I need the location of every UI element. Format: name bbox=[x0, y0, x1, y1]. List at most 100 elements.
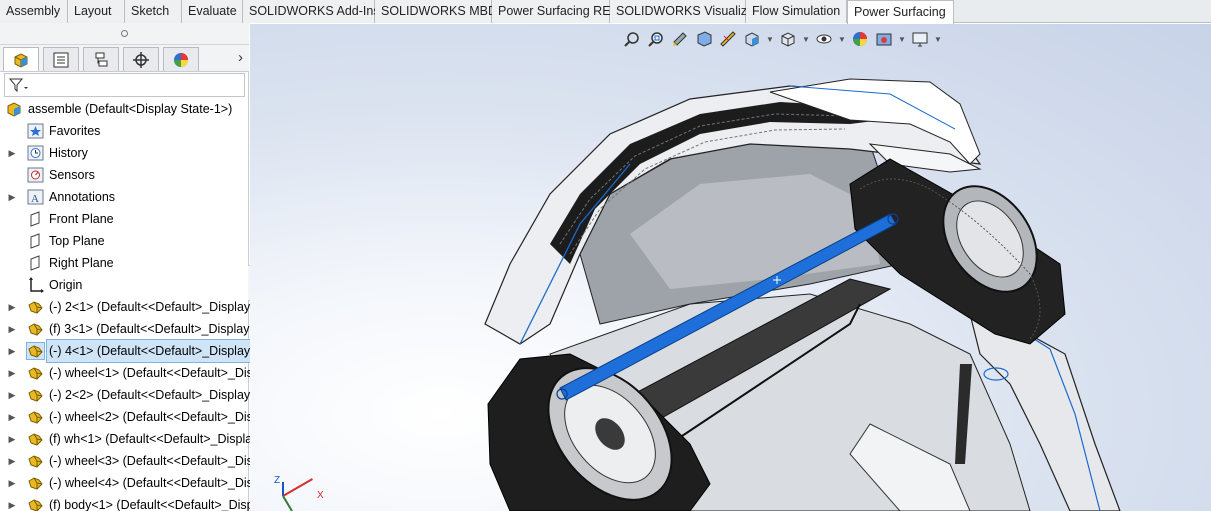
tab-solidworks-add-ins[interactable]: SOLIDWORKS Add-Ins bbox=[243, 0, 380, 23]
tree-node[interactable]: ▶ A Annotations bbox=[0, 186, 249, 208]
expand-arrow-icon[interactable]: ▶ bbox=[7, 142, 17, 164]
reference-triad bbox=[282, 478, 313, 511]
chevron-down-icon[interactable]: ▼ bbox=[838, 35, 846, 44]
graphics-area[interactable]: Z X ▼ ▼ ▼ ▼ ▼ bbox=[250, 24, 1211, 511]
history-icon bbox=[27, 145, 44, 161]
svg-text:A: A bbox=[31, 193, 39, 205]
part-icon bbox=[27, 387, 44, 403]
edit-appearance-icon[interactable] bbox=[850, 29, 870, 49]
panel-grip-icon[interactable] bbox=[121, 30, 128, 37]
plane-icon bbox=[27, 255, 44, 271]
tree-node[interactable]: ▶ (f) 3<1> (Default<<Default>_Display bbox=[0, 318, 250, 340]
chevron-down-icon[interactable]: ▼ bbox=[802, 35, 810, 44]
triad-x-label: X bbox=[317, 490, 324, 501]
expand-arrow-icon[interactable]: ▶ bbox=[7, 296, 17, 318]
chevron-down-icon[interactable]: ▼ bbox=[934, 35, 942, 44]
chevron-right-icon[interactable]: › bbox=[238, 49, 243, 66]
chevron-down-icon[interactable]: ▼ bbox=[766, 35, 774, 44]
part-icon bbox=[27, 431, 44, 447]
chevron-down-icon[interactable]: ▼ bbox=[898, 35, 906, 44]
filter-icon[interactable] bbox=[8, 77, 30, 96]
apply-scene-icon[interactable] bbox=[874, 29, 894, 49]
zoom-to-fit-icon[interactable] bbox=[622, 29, 642, 49]
tree-node[interactable]: ▶ (-) 4<1> (Default<<Default>_Display bbox=[0, 339, 254, 363]
tree-node[interactable]: ▶ (-) wheel<1> (Default<<Default>_Dis bbox=[0, 362, 253, 384]
tree-node[interactable]: ▶ (-) wheel<3> (Default<<Default>_Dis bbox=[0, 450, 253, 472]
tree-node[interactable]: ▶ (-) wheel<2> (Default<<Default>_Dis bbox=[0, 406, 253, 428]
tree-node[interactable]: Origin bbox=[0, 274, 249, 296]
tree-node[interactable]: ▶ (f) body<1> (Default<<Default>_Disp bbox=[0, 494, 254, 511]
part-icon bbox=[27, 299, 44, 315]
part-icon bbox=[27, 321, 44, 337]
expand-arrow-icon[interactable]: ▶ bbox=[7, 494, 17, 511]
plane-icon bbox=[27, 233, 44, 249]
expand-arrow-icon[interactable]: ▶ bbox=[7, 186, 17, 208]
tree-node-label: assemble (Default<Display State-1>) bbox=[28, 102, 233, 116]
tab-solidworks-visualize[interactable]: SOLIDWORKS Visualize bbox=[610, 0, 754, 23]
tab-evaluate[interactable]: Evaluate bbox=[182, 0, 243, 23]
tree-node[interactable]: ▶ (-) 2<2> (Default<<Default>_Display bbox=[0, 384, 251, 406]
tree-node-label: (-) wheel<3> (Default<<Default>_Dis bbox=[49, 454, 253, 468]
tree-node[interactable]: ▶ History bbox=[0, 142, 249, 164]
tab-solidworks-mbd[interactable]: SOLIDWORKS MBD bbox=[375, 0, 497, 23]
dimxpert-icon[interactable] bbox=[123, 47, 159, 71]
zoom-to-area-icon[interactable] bbox=[646, 29, 666, 49]
tab-assembly[interactable]: Assembly bbox=[0, 0, 68, 23]
tab-flow-simulation[interactable]: Flow Simulation bbox=[746, 0, 847, 23]
tree-node[interactable]: Front Plane bbox=[0, 208, 249, 230]
view-settings-icon[interactable] bbox=[910, 29, 930, 49]
expand-arrow-icon[interactable]: ▶ bbox=[7, 318, 17, 340]
tree-node-label: History bbox=[49, 146, 88, 160]
tree-node[interactable]: Sensors bbox=[0, 164, 249, 186]
panel-tab-strip: › bbox=[0, 45, 249, 72]
previous-view-icon[interactable] bbox=[670, 29, 690, 49]
annotations-icon: A bbox=[27, 189, 44, 205]
tree-node[interactable]: Right Plane bbox=[0, 252, 249, 274]
section-view-icon[interactable] bbox=[694, 29, 714, 49]
tree-node[interactable]: ▶ (f) wh<1> (Default<<Default>_Displa bbox=[0, 428, 253, 450]
expand-arrow-icon[interactable]: ▶ bbox=[7, 428, 17, 450]
display-manager-icon[interactable] bbox=[163, 47, 199, 71]
tree-node[interactable]: ▶ (-) wheel<4> (Default<<Default>_Dis bbox=[0, 472, 253, 494]
feature-manager-icon[interactable] bbox=[3, 47, 39, 71]
tab-power-surfacing-re[interactable]: Power Surfacing RE bbox=[492, 0, 611, 23]
sensors-icon bbox=[27, 167, 44, 183]
dynamic-annotation-icon[interactable] bbox=[718, 29, 738, 49]
tree-node-label: (-) wheel<2> (Default<<Default>_Dis bbox=[49, 410, 253, 424]
view-orientation-icon[interactable] bbox=[742, 29, 762, 49]
part-icon bbox=[26, 342, 45, 360]
expand-arrow-icon[interactable]: ▶ bbox=[7, 340, 17, 362]
configuration-manager-icon[interactable] bbox=[83, 47, 119, 71]
display-style-icon[interactable] bbox=[778, 29, 798, 49]
part-icon bbox=[27, 365, 44, 381]
part-icon bbox=[27, 453, 44, 469]
tree-root-node[interactable]: assemble (Default<Display State-1>) bbox=[0, 98, 249, 120]
tree-node-label: Sensors bbox=[49, 168, 95, 182]
expand-arrow-icon[interactable]: ▶ bbox=[7, 362, 17, 384]
expand-arrow-icon[interactable]: ▶ bbox=[7, 384, 17, 406]
expand-arrow-icon[interactable]: ▶ bbox=[7, 406, 17, 428]
tab-power-surfacing[interactable]: Power Surfacing bbox=[847, 0, 954, 24]
expand-arrow-icon[interactable]: ▶ bbox=[7, 450, 17, 472]
tree-node-label: Front Plane bbox=[49, 212, 114, 226]
command-manager-tabs: Assembly Layout Sketch Evaluate SOLIDWORKS A… bbox=[0, 0, 1211, 24]
triad-z-label: Z bbox=[274, 475, 280, 486]
tree-filter[interactable] bbox=[4, 73, 245, 97]
assembly-icon bbox=[6, 101, 23, 117]
tree-node[interactable]: ▶ (-) 2<1> (Default<<Default>_Display bbox=[0, 296, 251, 318]
tree-node-label: (-) 2<1> (Default<<Default>_Display bbox=[49, 300, 251, 314]
tab-layout[interactable]: Layout bbox=[68, 0, 125, 23]
tree-node[interactable]: Favorites bbox=[0, 120, 249, 142]
car-model-render[interactable]: Z X bbox=[250, 24, 1211, 511]
tree-node-label: (-) wheel<1> (Default<<Default>_Dis bbox=[49, 366, 253, 380]
feature-manager-panel: › assemble (Default<Display State-1>) Fav… bbox=[0, 23, 254, 511]
tree-node-label: (f) body<1> (Default<<Default>_Disp bbox=[49, 498, 254, 511]
expand-arrow-icon[interactable]: ▶ bbox=[7, 472, 17, 494]
tab-sketch[interactable]: Sketch bbox=[125, 0, 182, 23]
tree-node-label: Favorites bbox=[49, 124, 101, 138]
tree-node-label: (f) 3<1> (Default<<Default>_Display bbox=[49, 322, 250, 336]
tree-node[interactable]: Top Plane bbox=[0, 230, 249, 252]
property-manager-icon[interactable] bbox=[43, 47, 79, 71]
favorites-icon bbox=[27, 123, 44, 139]
hide-show-items-icon[interactable] bbox=[814, 29, 834, 49]
